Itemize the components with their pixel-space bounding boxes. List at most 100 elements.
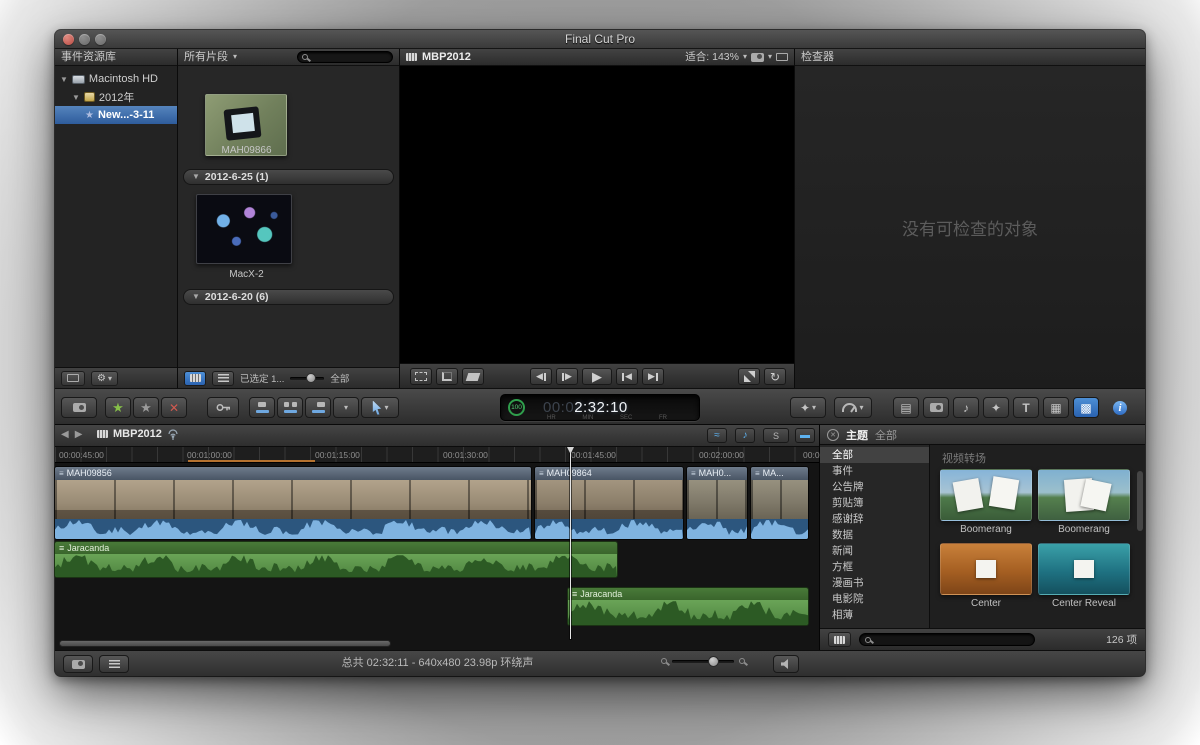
solo-toggle[interactable]: ▬ (795, 428, 815, 443)
transition-item[interactable]: Center (940, 543, 1032, 609)
toggle-event-library-button[interactable] (61, 371, 85, 386)
category-item[interactable]: 数据 (820, 527, 929, 543)
duration-slider[interactable] (290, 377, 324, 380)
media-browser-button[interactable]: ▤ (893, 397, 919, 418)
list-view-button[interactable] (212, 371, 234, 386)
timeline-clip-ma[interactable]: ≡MA... (751, 467, 808, 539)
disclosure-icon[interactable]: ▼ (192, 170, 200, 184)
transition-thumbnail[interactable] (1038, 543, 1130, 595)
transition-thumbnail[interactable] (940, 543, 1032, 595)
favorite-button[interactable]: ★ (105, 397, 131, 418)
category-item[interactable]: 电影院 (820, 591, 929, 607)
previous-edit-button[interactable]: ◀ (616, 368, 638, 385)
tool-select-menu[interactable]: ▾ (361, 397, 399, 418)
timeline-horizontal-scrollbar[interactable] (59, 640, 391, 647)
viewer-canvas[interactable] (400, 66, 794, 363)
themes-browser-button[interactable]: ▩ (1073, 397, 1099, 418)
themes-scope[interactable]: 全部 (875, 427, 897, 443)
category-item[interactable]: 公告牌 (820, 479, 929, 495)
category-item[interactable]: 事件 (820, 463, 929, 479)
timeline-ruler[interactable]: 00:00:45:00 00:01:00:00 00:01:15:00 00:0… (55, 447, 819, 463)
timeline-back-button[interactable]: ◀ (61, 429, 69, 440)
titles-browser-button[interactable]: T (1013, 397, 1039, 418)
themes-scrollbar[interactable] (1137, 471, 1143, 531)
category-item[interactable]: 方框 (820, 559, 929, 575)
loop-playback-button[interactable]: ↻ (764, 368, 786, 385)
close-icon[interactable]: ✕ (827, 429, 839, 441)
category-item[interactable]: 新闻 (820, 543, 929, 559)
keyword-editor-button[interactable] (207, 397, 239, 418)
transition-item[interactable]: Boomerang (1038, 469, 1130, 535)
date-section-header[interactable]: ▼ 2012-6-20 (6) (183, 289, 394, 305)
unrate-button[interactable]: ★ (133, 397, 159, 418)
slider-knob[interactable] (306, 373, 316, 383)
disclosure-icon[interactable]: ▼ (72, 93, 80, 102)
insert-edit-button[interactable] (277, 397, 303, 418)
distort-overlay-button[interactable] (462, 368, 484, 385)
transition-thumbnail[interactable] (1038, 469, 1130, 521)
next-edit-button[interactable]: ▶ (642, 368, 664, 385)
disclosure-icon[interactable]: ▼ (192, 290, 200, 304)
fullscreen-button[interactable] (738, 368, 760, 385)
effects-browser-button[interactable]: ✦ (983, 397, 1009, 418)
skimming-toggle[interactable]: ≈ (707, 428, 727, 443)
next-frame-button[interactable]: ▶ (556, 368, 578, 385)
date-section-header[interactable]: ▼ 2012-6-25 (1) (183, 169, 394, 185)
zoom-in-icon[interactable] (739, 658, 745, 664)
filmstrip-view-button[interactable] (184, 371, 206, 386)
connect-edit-button[interactable] (249, 397, 275, 418)
zoom-level-popup[interactable]: 适合: 143% (685, 49, 739, 65)
minimize-window-button[interactable] (79, 34, 90, 45)
clip-thumbnail-macx2[interactable] (196, 194, 292, 264)
append-edit-button[interactable] (305, 397, 331, 418)
category-item[interactable]: 剪贴簿 (820, 495, 929, 511)
enhancements-menu[interactable]: ✦ ▾ (790, 397, 826, 418)
chevron-down-icon[interactable]: ▾ (743, 49, 747, 65)
search-input[interactable] (297, 51, 393, 63)
timeline-clip-mah09864[interactable]: ≡MAH09864 (535, 467, 683, 539)
timecode-display[interactable]: 100 00:02:32:10 HR MIN SEC FR (500, 394, 700, 421)
tree-item-2012[interactable]: ▼ 2012年 (55, 88, 177, 106)
zoom-slider[interactable] (672, 660, 734, 663)
disclosure-icon[interactable]: ▼ (60, 75, 68, 84)
close-window-button[interactable] (63, 34, 74, 45)
category-all[interactable]: 全部 (820, 447, 929, 463)
audio-skimming-toggle[interactable]: ♪ (735, 428, 755, 443)
category-item[interactable]: 感谢辞 (820, 511, 929, 527)
playhead[interactable] (570, 447, 571, 639)
transition-item[interactable]: Center Reveal (1038, 543, 1130, 609)
music-browser-button[interactable]: ♪ (953, 397, 979, 418)
generators-browser-button[interactable]: ▦ (1043, 397, 1069, 418)
timeline-forward-button[interactable]: ▶ (75, 429, 83, 440)
zoom-out-icon[interactable] (661, 658, 667, 664)
camera-icon[interactable] (751, 53, 764, 62)
category-item[interactable]: 相薄 (820, 607, 929, 623)
timeline-clip-jaracanda-2[interactable]: ≡Jaracanda (568, 588, 808, 625)
zoom-window-button[interactable] (95, 34, 106, 45)
timeline-clip-mah0[interactable]: ≡MAH0... (687, 467, 747, 539)
project-tab[interactable]: MBP2012 (97, 428, 179, 440)
audio-meters-button[interactable] (773, 655, 799, 673)
category-item[interactable]: 漫画书 (820, 575, 929, 591)
zoom-slider-knob[interactable] (708, 656, 719, 667)
themes-search-input[interactable] (859, 633, 1035, 646)
tree-item-new-event[interactable]: ★ New...-3-11 (55, 106, 177, 124)
snapping-toggle[interactable]: S (763, 428, 789, 443)
crop-overlay-button[interactable] (436, 368, 458, 385)
retime-menu[interactable]: ▾ (834, 397, 872, 418)
timeline-clip-mah09856[interactable]: ≡MAH09856 (55, 467, 531, 539)
chevron-down-icon[interactable]: ▾ (768, 49, 772, 65)
reject-button[interactable]: ✕ (161, 397, 187, 418)
range-marker[interactable] (188, 460, 315, 462)
chevron-down-icon[interactable]: ▾ (233, 49, 237, 65)
themes-view-button[interactable] (828, 632, 851, 647)
play-button[interactable]: ▶ (582, 368, 612, 385)
timeline-clip-jaracanda-1[interactable]: ≡Jaracanda (55, 542, 617, 577)
previous-frame-button[interactable]: ◀ (530, 368, 552, 385)
photos-browser-button[interactable] (923, 397, 949, 418)
edit-options-menu[interactable]: ▾ (333, 397, 359, 418)
display-icon[interactable] (776, 53, 788, 61)
filter-popup[interactable]: 所有片段 (184, 49, 228, 65)
inspector-toggle-button[interactable]: i (1107, 397, 1133, 418)
transition-item[interactable]: Boomerang (940, 469, 1032, 535)
